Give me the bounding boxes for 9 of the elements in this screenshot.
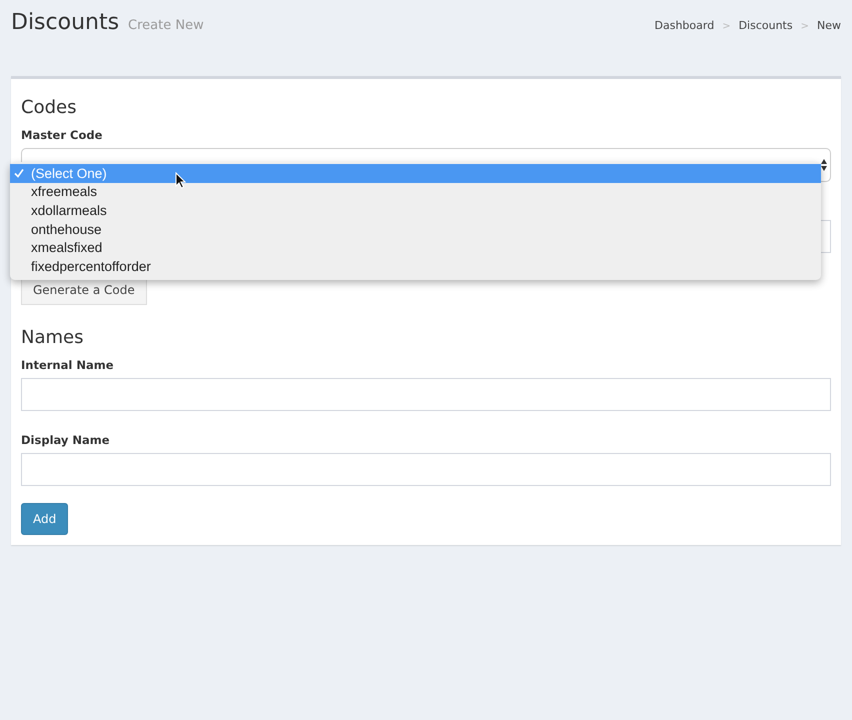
- field-label: Master Code: [21, 128, 104, 142]
- field-label: Display Name: [21, 433, 111, 447]
- section-title: Names: [21, 327, 84, 348]
- breadcrumb-separator: >: [722, 21, 731, 32]
- section-title: Codes: [21, 97, 78, 118]
- page-title: Discounts: [11, 10, 120, 35]
- page-subtitle: Create New: [128, 18, 204, 33]
- field-label: Internal Name: [21, 358, 114, 372]
- breadcrumb-separator: >: [800, 21, 809, 32]
